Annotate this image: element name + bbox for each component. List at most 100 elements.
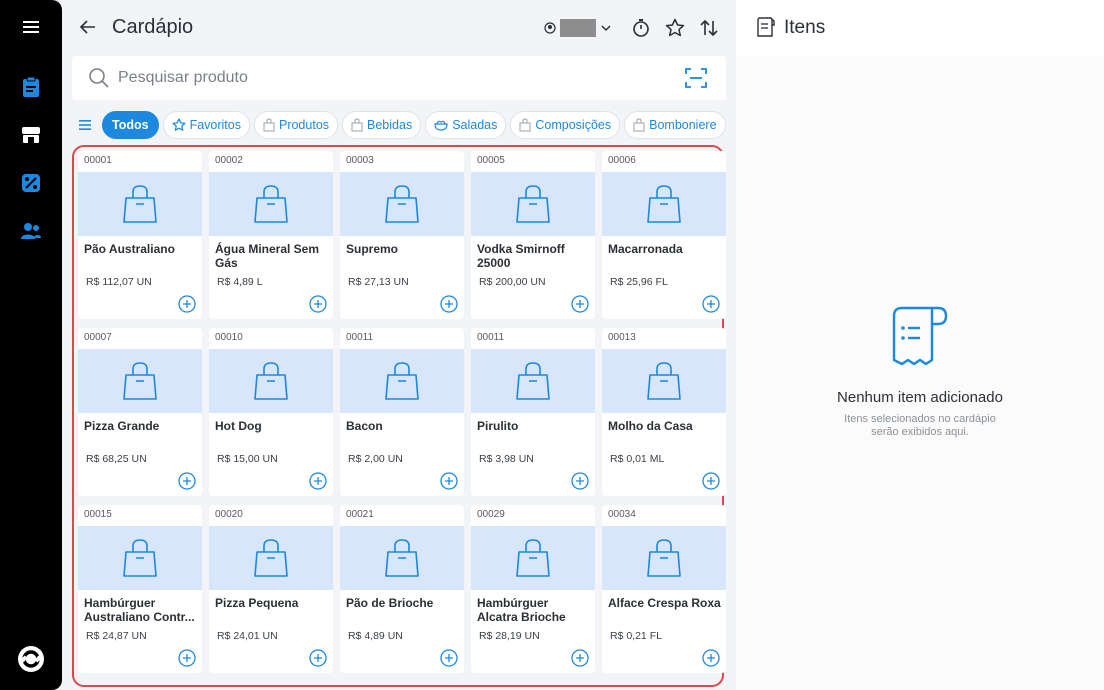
shopping-bag-icon	[253, 184, 289, 224]
items-panel-title: Itens	[784, 17, 826, 38]
sort-icon	[700, 19, 718, 37]
product-card[interactable]: 00011 Pirulito R$ 3,98 UN	[471, 328, 595, 496]
user-dropdown[interactable]	[544, 17, 612, 39]
add-product-button[interactable]	[309, 472, 327, 490]
product-image	[78, 526, 202, 590]
category-chip-favoritos[interactable]: Favoritos	[162, 111, 250, 139]
product-price: R$ 15,00 UN	[217, 453, 278, 465]
user-name-redacted	[560, 19, 596, 37]
product-card[interactable]: 00021 Pão de Brioche R$ 4,89 UN	[340, 505, 464, 673]
category-chip-saladas[interactable]: Saladas	[425, 111, 507, 139]
plus-circle-icon	[440, 472, 458, 490]
category-chip-todos[interactable]: Todos	[102, 111, 159, 139]
plus-circle-icon	[571, 472, 589, 490]
shopping-bag-icon	[122, 538, 158, 578]
search-input[interactable]	[118, 56, 678, 100]
shopping-bag-icon	[253, 361, 289, 401]
product-price: R$ 3,98 UN	[479, 453, 534, 465]
sort-button[interactable]	[696, 15, 722, 41]
discount-icon[interactable]	[16, 168, 46, 198]
menu-panel: Cardápio Todos Favoritos Produtos Bebidas Sa…	[62, 0, 736, 690]
sidebar	[0, 0, 62, 690]
product-card[interactable]: 00020 Pizza Pequena R$ 24,01 UN	[209, 505, 333, 673]
product-card[interactable]: 00001 Pão Australiano R$ 112,07 UN	[78, 151, 202, 319]
product-card[interactable]: 00003 Supremo R$ 27,13 UN	[340, 151, 464, 319]
product-name: Hambúrguer Australiano Contr...	[84, 596, 195, 624]
product-code: 00015	[84, 509, 112, 520]
back-button[interactable]	[76, 14, 100, 40]
plus-circle-icon	[178, 472, 196, 490]
category-chip-bebidas[interactable]: Bebidas	[342, 111, 422, 139]
product-card[interactable]: 00034 Alface Crespa Roxa R$ 0,21 FL	[602, 505, 726, 673]
category-chip-bomboniere[interactable]: Bomboniere	[624, 111, 726, 139]
add-product-button[interactable]	[702, 295, 720, 313]
product-card[interactable]: 00010 Hot Dog R$ 15,00 UN	[209, 328, 333, 496]
add-product-button[interactable]	[178, 649, 196, 667]
add-product-button[interactable]	[309, 295, 327, 313]
category-chip-produtos[interactable]: Produtos	[253, 111, 339, 139]
category-menu-button[interactable]	[72, 111, 98, 139]
product-name: Vodka Smirnoff 25000	[477, 242, 565, 270]
star-icon	[171, 118, 186, 132]
barcode-scan-icon[interactable]	[684, 67, 708, 89]
header: Cardápio	[62, 0, 736, 56]
add-product-button[interactable]	[178, 295, 196, 313]
product-image	[78, 172, 202, 236]
add-product-button[interactable]	[571, 472, 589, 490]
product-card[interactable]: 00029 Hambúrguer Alcatra Brioche R$ 28,19 …	[471, 505, 595, 673]
add-product-button[interactable]	[309, 649, 327, 667]
product-code: 00010	[215, 332, 243, 343]
add-product-button[interactable]	[571, 649, 589, 667]
category-chip-label: Saladas	[452, 118, 498, 132]
product-card[interactable]: 00002 Água Mineral Sem Gás R$ 4,89 L	[209, 151, 333, 319]
search-bar	[72, 56, 726, 100]
shopping-bag-icon	[122, 361, 158, 401]
shopping-bag-icon	[515, 184, 551, 224]
favorite-button[interactable]	[662, 15, 688, 41]
users-icon[interactable]	[16, 216, 46, 246]
product-code: 00005	[477, 155, 505, 166]
product-card[interactable]: 00005 Vodka Smirnoff 25000 R$ 200,00 UN	[471, 151, 595, 319]
product-card[interactable]: 00006 Macarronada R$ 25,96 FL	[602, 151, 726, 319]
clipboard-icon[interactable]	[16, 72, 46, 102]
product-image	[78, 349, 202, 413]
add-product-button[interactable]	[702, 649, 720, 667]
add-product-button[interactable]	[702, 472, 720, 490]
timer-button[interactable]	[628, 15, 654, 41]
product-card[interactable]: 00011 Bacon R$ 2,00 UN	[340, 328, 464, 496]
product-price: R$ 0,01 ML	[610, 453, 665, 465]
product-card[interactable]: 00007 Pizza Grande R$ 68,25 UN	[78, 328, 202, 496]
product-card[interactable]: 00015 Hambúrguer Australiano Contr... R$ 2…	[78, 505, 202, 673]
category-chip-label: Todos	[112, 118, 149, 132]
bag-icon	[519, 118, 531, 132]
add-product-button[interactable]	[440, 649, 458, 667]
product-code: 00003	[346, 155, 374, 166]
add-product-button[interactable]	[178, 472, 196, 490]
plus-circle-icon	[571, 295, 589, 313]
add-product-button[interactable]	[440, 472, 458, 490]
product-name: Pizza Grande	[84, 419, 160, 433]
category-chip-composicoes[interactable]: Composições	[510, 111, 621, 139]
add-product-button[interactable]	[440, 295, 458, 313]
product-price: R$ 0,21 FL	[610, 630, 662, 642]
plus-circle-icon	[440, 295, 458, 313]
product-code: 00011	[346, 332, 374, 343]
product-price: R$ 68,25 UN	[86, 453, 147, 465]
product-card[interactable]: 00013 Molho da Casa R$ 0,01 ML	[602, 328, 726, 496]
product-image	[602, 349, 726, 413]
category-chip-label: Favoritos	[189, 118, 241, 132]
category-chip-label: Composições	[535, 118, 612, 132]
plus-circle-icon	[309, 295, 327, 313]
product-code: 00029	[477, 509, 505, 520]
add-product-button[interactable]	[571, 295, 589, 313]
plus-circle-icon	[178, 649, 196, 667]
product-price: R$ 25,96 FL	[610, 276, 668, 288]
store-icon[interactable]	[16, 120, 46, 150]
menu-icon[interactable]	[16, 12, 46, 42]
product-name: Alface Crespa Roxa	[608, 596, 721, 610]
product-price: R$ 24,01 UN	[217, 630, 278, 642]
product-code: 00001	[84, 155, 112, 166]
receipt-icon	[757, 17, 775, 37]
search-icon	[89, 68, 109, 88]
shopping-bag-icon	[384, 538, 420, 578]
